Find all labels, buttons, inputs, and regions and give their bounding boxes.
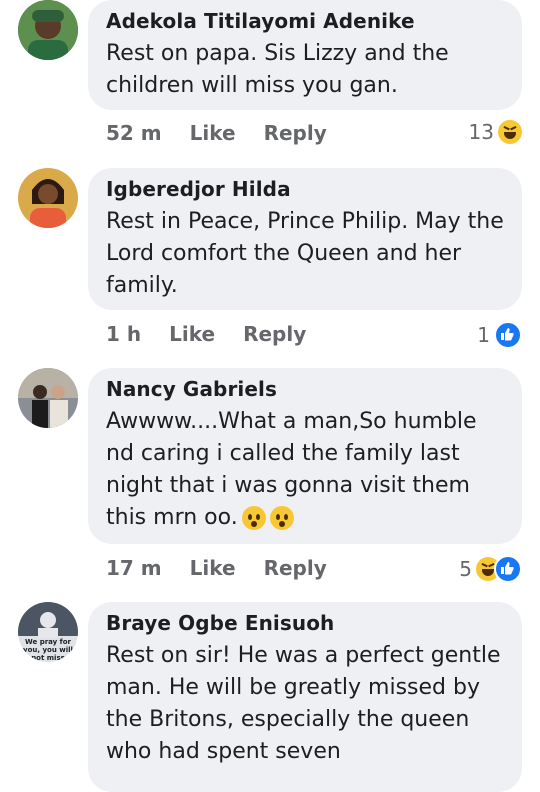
reaction-count: 1: [477, 323, 490, 347]
hushed-face-icon: [269, 506, 294, 530]
comment-time[interactable]: 1 h: [106, 322, 141, 346]
comment-meta: 52 m Like Reply: [106, 121, 355, 145]
comment-bubble: Igberedjor Hilda Rest in Peace, Prince P…: [88, 168, 522, 310]
like-button[interactable]: Like: [190, 556, 236, 580]
comment-bubble: Adekola Titilayomi Adenike Rest on papa.…: [88, 0, 522, 110]
like-button[interactable]: Like: [190, 121, 236, 145]
reaction-count: 5: [459, 557, 472, 581]
comment-author[interactable]: Nancy Gabriels: [106, 376, 504, 402]
comment-meta: 1 h Like Reply: [106, 322, 334, 346]
comment-text: Rest on papa. Sis Lizzy and the children…: [106, 41, 449, 98]
comment-author[interactable]: Adekola Titilayomi Adenike: [106, 8, 504, 34]
comment-time[interactable]: 52 m: [106, 121, 162, 145]
comment-meta: 17 m Like Reply: [106, 556, 355, 580]
reply-button[interactable]: Reply: [264, 556, 327, 580]
avatar[interactable]: [18, 0, 78, 60]
avatar[interactable]: [18, 168, 78, 228]
comment-bubble: Braye Ogbe Enisuoh Rest on sir! He was a…: [88, 602, 522, 792]
avatar-caption: We pray for you, you will not miss: [23, 638, 73, 662]
comment-text: Rest on sir! He was a perfect gentle man…: [106, 643, 501, 764]
comment-text: Awwww....What a man,So humble nd caring …: [106, 406, 504, 534]
like-icon: [494, 555, 522, 583]
reaction-summary[interactable]: 13: [469, 120, 522, 144]
comment-bubble: Nancy Gabriels Awwww....What a man,So hu…: [88, 368, 522, 544]
hushed-face-icon: [241, 506, 266, 530]
comment-author[interactable]: Braye Ogbe Enisuoh: [106, 610, 504, 636]
reply-button[interactable]: Reply: [264, 121, 327, 145]
avatar[interactable]: [18, 368, 78, 428]
reply-button[interactable]: Reply: [243, 322, 306, 346]
comment-time[interactable]: 17 m: [106, 556, 162, 580]
like-button[interactable]: Like: [169, 322, 215, 346]
avatar[interactable]: We pray for you, you will not miss: [18, 602, 78, 662]
reaction-summary[interactable]: 5: [459, 555, 522, 583]
comment-author[interactable]: Igberedjor Hilda: [106, 176, 504, 202]
comment-text: Rest in Peace, Prince Philip. May the Lo…: [106, 209, 504, 298]
haha-icon: [498, 120, 522, 144]
reaction-summary[interactable]: 1: [477, 321, 522, 349]
reaction-count: 13: [468, 120, 494, 144]
like-icon: [494, 321, 522, 349]
